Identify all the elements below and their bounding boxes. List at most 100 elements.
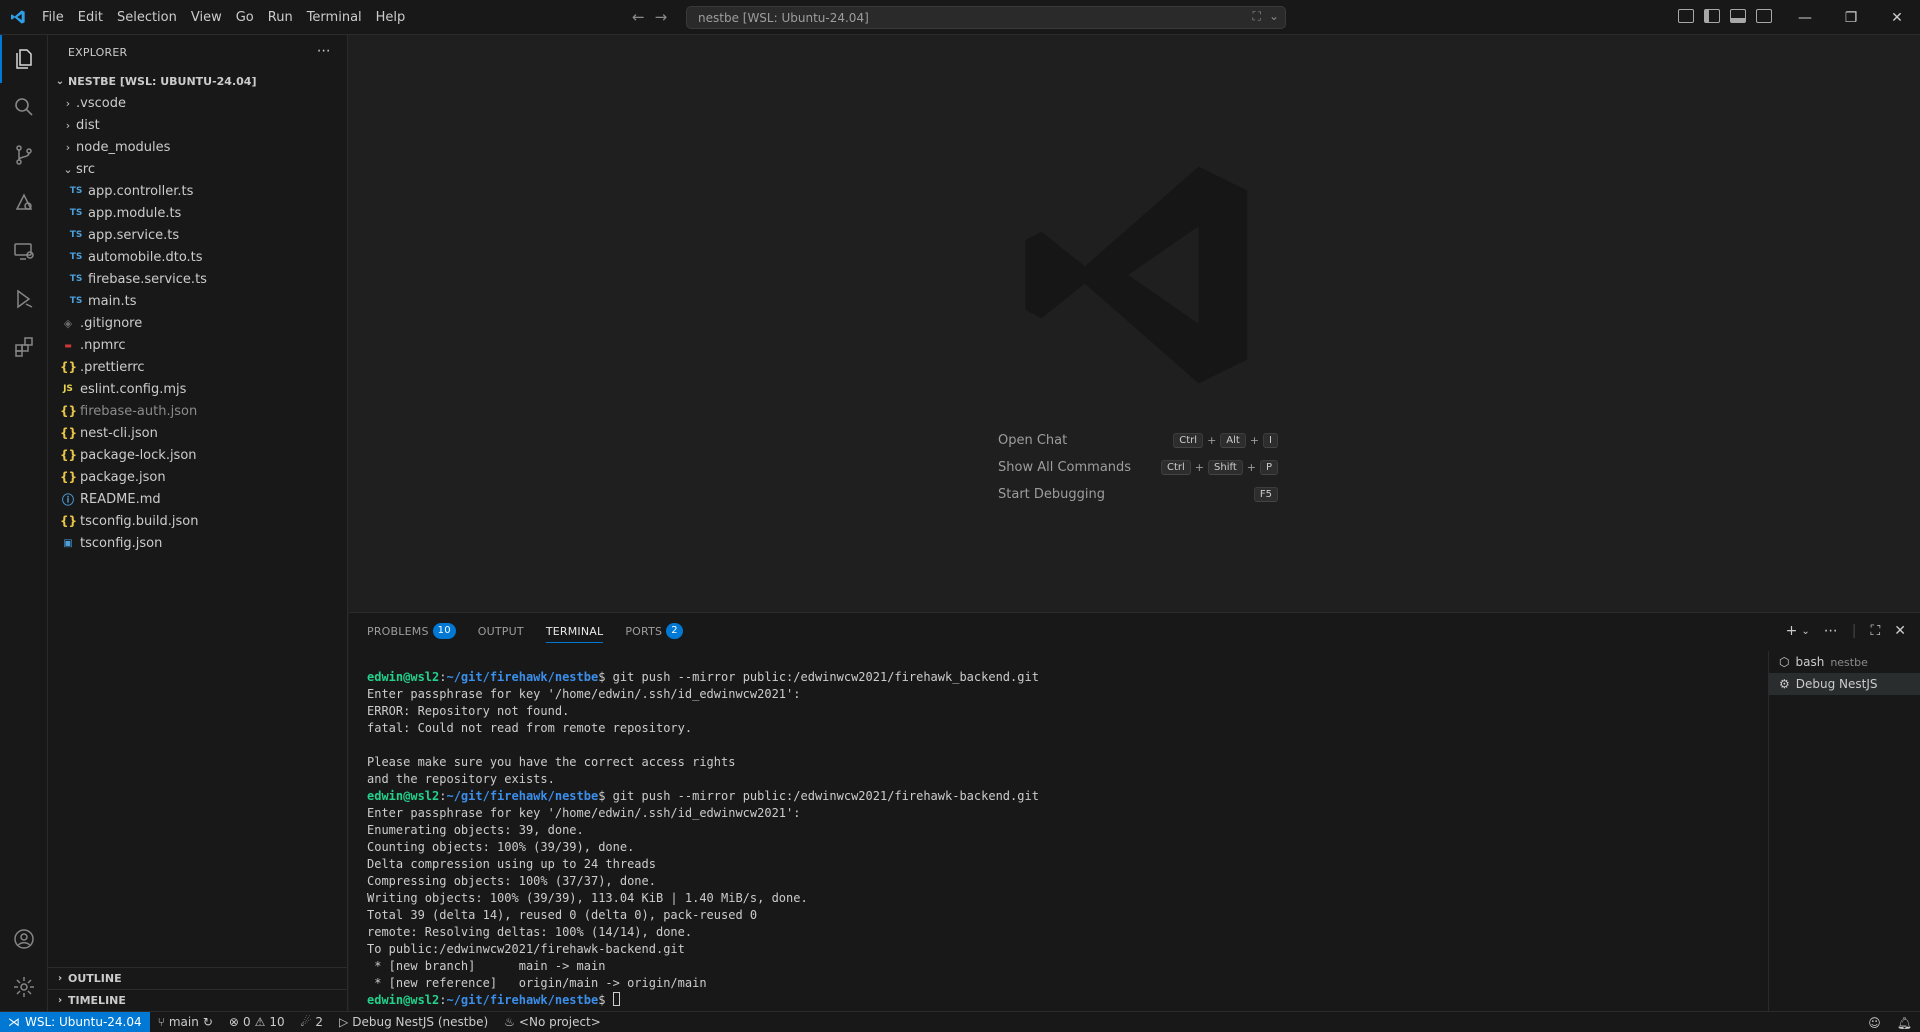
typescript-file-icon: TS (69, 252, 83, 262)
maximize-panel-icon[interactable]: ⛶ (1870, 623, 1880, 639)
chevron-right-icon: › (57, 973, 63, 984)
copilot-icon[interactable]: ⛶ (1253, 9, 1261, 24)
tree-folder-vscode[interactable]: › .vscode (48, 92, 347, 114)
tree-item-label: eslint.config.mjs (80, 381, 187, 397)
menu-selection[interactable]: Selection (110, 0, 184, 35)
layout-controls (1678, 9, 1772, 23)
search-icon[interactable] (0, 83, 48, 131)
terminal-entry-bash[interactable]: ⬡ bash nestbe (1769, 651, 1920, 673)
toggle-panel-icon[interactable] (1730, 9, 1746, 23)
key: Ctrl (1173, 433, 1204, 448)
chevron-right-icon: › (57, 995, 63, 1006)
toggle-secondary-sidebar-icon[interactable] (1756, 9, 1772, 23)
arrow-right-icon[interactable]: → (655, 8, 668, 26)
run-debug-icon[interactable] (0, 179, 48, 227)
tab-label: OUTPUT (477, 624, 524, 638)
restore-icon[interactable]: ❐ (1828, 0, 1874, 35)
menu-view[interactable]: View (184, 0, 229, 35)
tree-file-npmrc[interactable]: ▬ .npmrc (48, 334, 347, 356)
terminal-name: bash (1795, 655, 1825, 669)
workspace-root[interactable]: ⌄ NESTBE [WSL: UBUNTU-24.04] (48, 70, 347, 92)
debug-indicator[interactable]: ▷ Debug NestJS (nestbe) (331, 1012, 496, 1032)
close-icon[interactable]: ✕ (1874, 0, 1920, 35)
tree-item-label: dist (76, 117, 100, 133)
tree-file-package[interactable]: {} package.json (48, 466, 347, 488)
copilot-icon[interactable]: ☺ (1868, 1016, 1881, 1030)
tree-file-app-service[interactable]: TS app.service.ts (48, 224, 347, 246)
bell-icon[interactable]: 🔔︎ (1897, 1016, 1912, 1030)
tree-file-eslint-config[interactable]: JS eslint.config.mjs (48, 378, 347, 400)
customize-layout-icon[interactable] (1678, 9, 1694, 23)
tab-terminal[interactable]: TERMINAL (545, 613, 604, 649)
tree-file-automobile-dto[interactable]: TS automobile.dto.ts (48, 246, 347, 268)
tree-file-app-module[interactable]: TS app.module.ts (48, 202, 347, 224)
terminal-output[interactable]: edwin@wsl2:~/git/firehawk/nestbe$ git pu… (367, 669, 1767, 1009)
ports-indicator[interactable]: ☄ 2 (293, 1012, 331, 1032)
tree-file-firebase-service[interactable]: TS firebase.service.ts (48, 268, 347, 290)
tree-file-readme[interactable]: ⓘ README.md (48, 488, 347, 510)
tree-item-label: firebase.service.ts (88, 271, 207, 287)
tree-file-app-controller[interactable]: TS app.controller.ts (48, 180, 347, 202)
accounts-icon[interactable] (0, 915, 48, 963)
prompt-path: ~/git/firehawk/nestbe (446, 993, 599, 1007)
tree-file-firebase-auth[interactable]: {} firebase-auth.json (48, 400, 347, 422)
close-panel-icon[interactable]: ✕ (1894, 623, 1906, 639)
menu-file[interactable]: File (35, 0, 71, 35)
menu-run[interactable]: Run (261, 0, 300, 35)
chevron-right-icon: › (65, 118, 71, 132)
warning-icon: ⚠ (254, 1015, 266, 1029)
tab-ports[interactable]: PORTS 2 (625, 613, 683, 649)
tree-file-prettierrc[interactable]: {} .prettierrc (48, 356, 347, 378)
tree-file-tsconfig-build[interactable]: {} tsconfig.build.json (48, 510, 347, 532)
menu-help[interactable]: Help (369, 0, 413, 35)
terminal-entry-debug[interactable]: ⚙ Debug NestJS (1769, 673, 1920, 695)
menu-edit[interactable]: Edit (71, 0, 110, 35)
outline-section[interactable]: › OUTLINE (48, 967, 348, 989)
menu-terminal[interactable]: Terminal (300, 0, 369, 35)
title-bar: File Edit Selection View Go Run Terminal… (0, 0, 1920, 35)
timeline-section[interactable]: › TIMELINE (48, 989, 348, 1011)
tree-folder-src[interactable]: ⌄ src (48, 158, 347, 180)
watermark-shortcuts: Open Chat Ctrl + Alt + I Show All Commands… (998, 427, 1278, 508)
testing-icon[interactable] (0, 275, 48, 323)
tree-file-main[interactable]: TS main.ts (48, 290, 347, 312)
toggle-primary-sidebar-icon[interactable] (1704, 9, 1720, 23)
explorer-icon[interactable] (0, 35, 48, 83)
npm-file-icon: ▬ (64, 340, 72, 350)
git-branch-icon: ⑂ (157, 1015, 165, 1029)
tree-folder-node-modules[interactable]: › node_modules (48, 136, 347, 158)
arrow-left-icon[interactable]: ← (632, 8, 645, 26)
chevron-down-icon[interactable]: ⌄ (1801, 626, 1809, 637)
tree-file-tsconfig[interactable]: ▣ tsconfig.json (48, 532, 347, 554)
history-nav: ← → (632, 8, 667, 26)
terminal-output-line: Writing objects: 100% (39/39), 113.04 Ki… (367, 891, 808, 905)
minimize-icon[interactable]: — (1782, 0, 1828, 35)
more-actions-icon[interactable]: ⋯ (317, 43, 331, 59)
new-terminal-icon[interactable]: + (1786, 623, 1798, 639)
remote-explorer-icon[interactable] (0, 227, 48, 275)
tab-output[interactable]: OUTPUT (478, 613, 524, 649)
extensions-icon[interactable] (0, 323, 48, 371)
panel-actions: + ⌄ ⋯ | ⛶ ✕ (1786, 623, 1906, 639)
terminal-output-line: * [new branch] main -> main (367, 959, 606, 973)
flame-icon: ♨ (504, 1015, 515, 1029)
menu-go[interactable]: Go (229, 0, 261, 35)
tree-file-gitignore[interactable]: ◈ .gitignore (48, 312, 347, 334)
problems-indicator[interactable]: ⊗ 0 ⚠ 10 (221, 1012, 293, 1032)
tab-problems[interactable]: PROBLEMS 10 (367, 613, 456, 649)
tree-folder-dist[interactable]: › dist (48, 114, 347, 136)
project-indicator[interactable]: ♨ <No project> (496, 1012, 609, 1032)
more-actions-icon[interactable]: ⋯ (1824, 623, 1838, 639)
remote-indicator[interactable]: ⋊ WSL: Ubuntu-24.04 (0, 1011, 150, 1032)
settings-gear-icon[interactable] (0, 963, 48, 1011)
source-control-icon[interactable] (0, 131, 48, 179)
command-center[interactable]: nestbe [WSL: Ubuntu-24.04] ⛶ ⌄ (686, 6, 1286, 29)
editor-area[interactable]: Open Chat Ctrl + Alt + I Show All Commands… (349, 35, 1920, 612)
tree-file-nest-cli[interactable]: {} nest-cli.json (48, 422, 347, 444)
chevron-down-icon[interactable]: ⌄ (1269, 9, 1279, 24)
tree-file-package-lock[interactable]: {} package-lock.json (48, 444, 347, 466)
branch-indicator[interactable]: ⑂ main ↻ (150, 1012, 221, 1032)
ports-count-badge: 2 (666, 623, 683, 639)
json-file-icon: {} (60, 514, 78, 528)
